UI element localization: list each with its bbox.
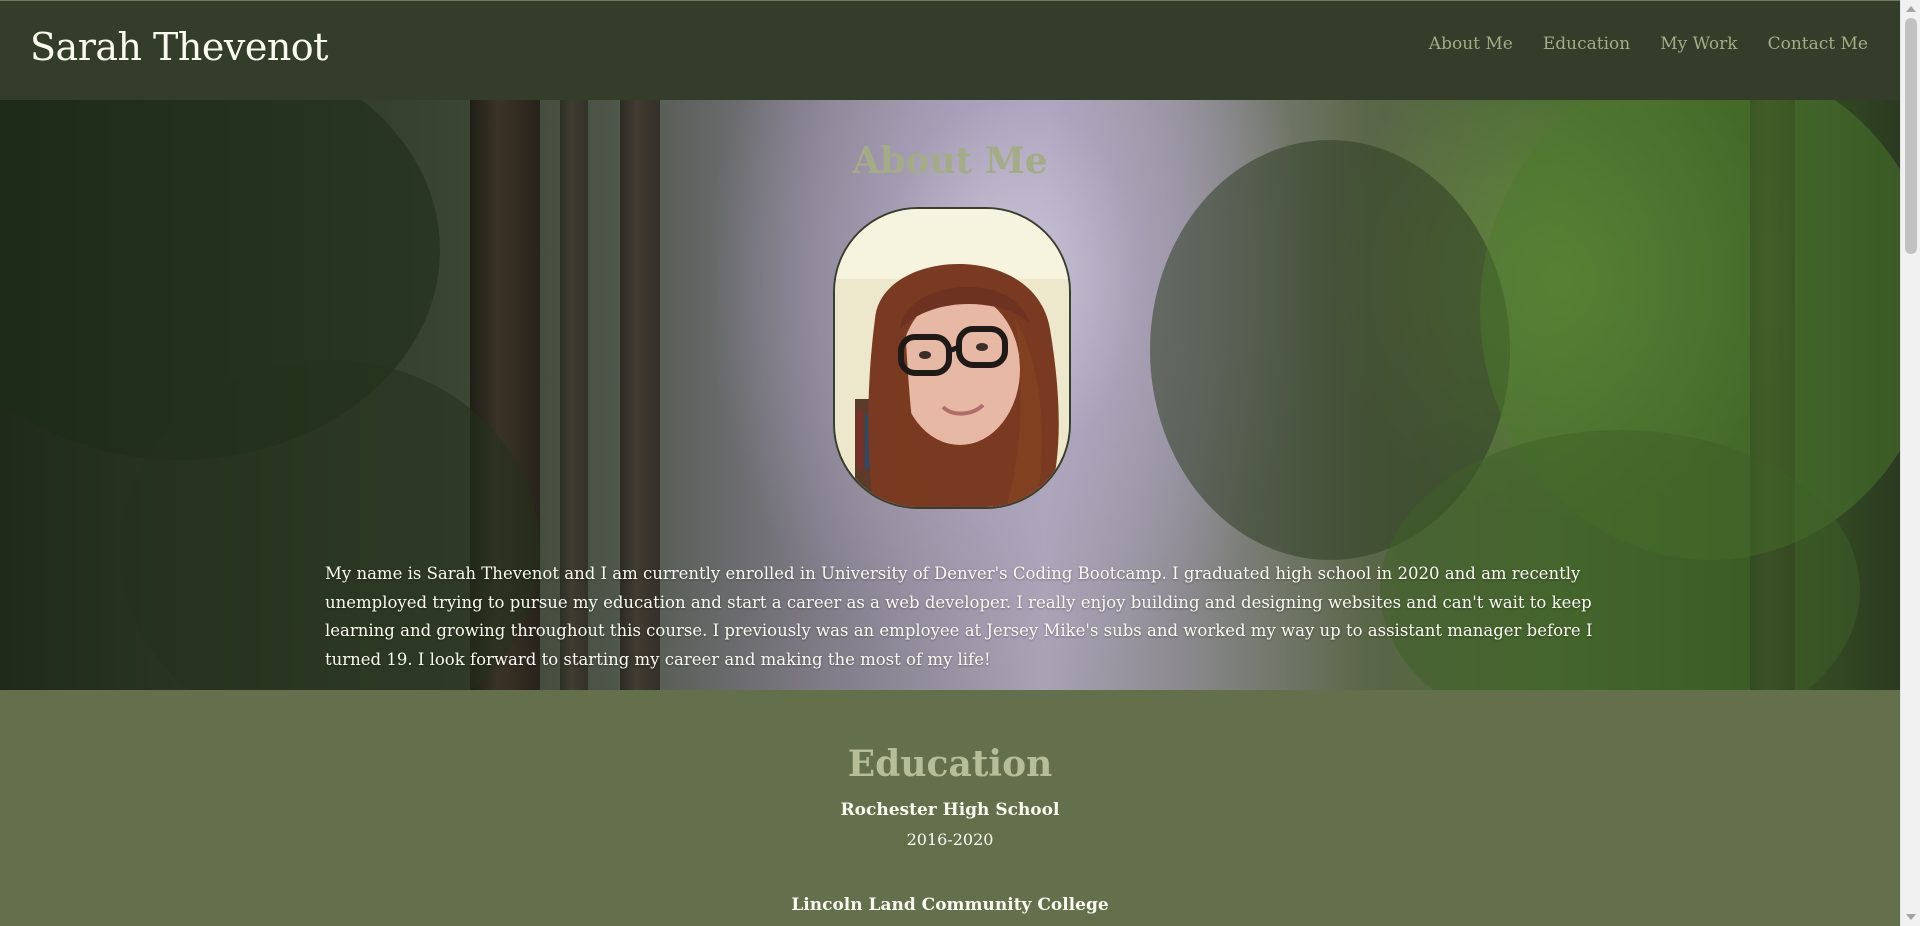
- vertical-scrollbar[interactable]: [1900, 0, 1920, 926]
- scroll-up-arrow-icon[interactable]: [1906, 6, 1916, 12]
- nav-link-education[interactable]: Education: [1543, 34, 1630, 54]
- education-section: Education Rochester High School 2016-202…: [0, 690, 1900, 926]
- about-heading: About Me: [852, 140, 1048, 182]
- school-years: 2016-2020: [906, 830, 994, 849]
- scrollbar-thumb[interactable]: [1905, 18, 1917, 254]
- browser-viewport: Sarah Thevenot About Me Education My Wor…: [0, 0, 1920, 926]
- profile-photo: [833, 207, 1071, 509]
- education-heading: Education: [847, 743, 1053, 785]
- nav-link-my-work[interactable]: My Work: [1660, 34, 1737, 54]
- main-nav: About Me Education My Work Contact Me: [1429, 34, 1868, 54]
- about-section: About Me My name is Sarah Thevenot and I…: [0, 100, 1900, 690]
- school-name: Rochester High School: [840, 800, 1060, 820]
- scroll-down-arrow-icon[interactable]: [1906, 914, 1916, 920]
- page: Sarah Thevenot About Me Education My Wor…: [0, 0, 1900, 926]
- school-name: Lincoln Land Community College: [791, 895, 1109, 915]
- site-header: Sarah Thevenot About Me Education My Wor…: [0, 0, 1900, 100]
- about-paragraph: My name is Sarah Thevenot and I am curre…: [325, 564, 1593, 669]
- site-title: Sarah Thevenot: [30, 25, 328, 69]
- nav-link-contact-me[interactable]: Contact Me: [1768, 34, 1868, 54]
- nav-link-about-me[interactable]: About Me: [1429, 34, 1513, 54]
- profile-photo-illustration: [835, 209, 1069, 507]
